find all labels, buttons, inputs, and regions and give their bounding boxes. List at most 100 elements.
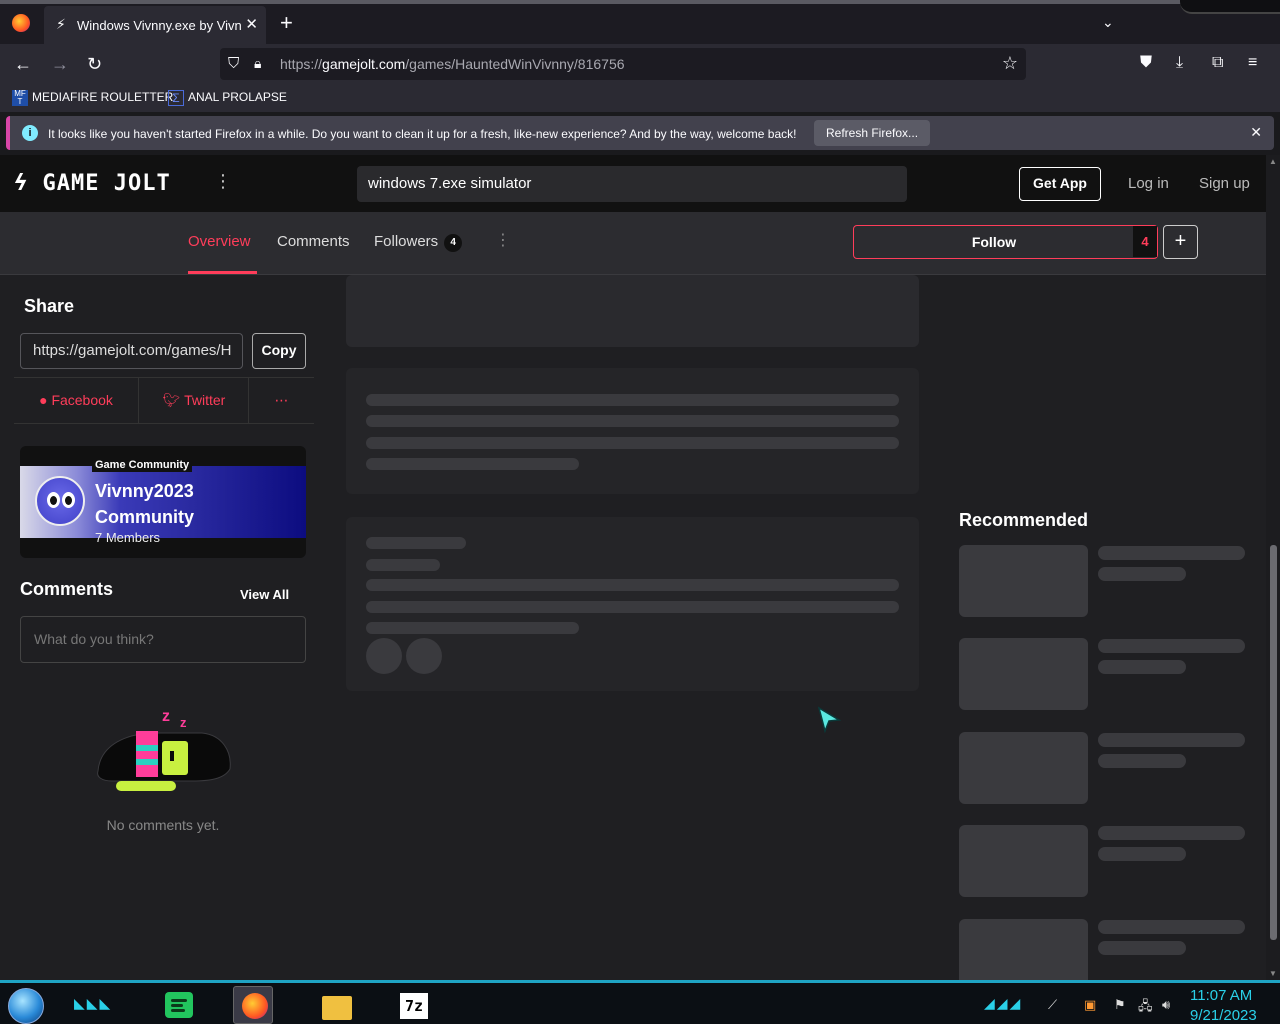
close-icon[interactable]: ✕: [1250, 124, 1262, 141]
skeleton-line: [1098, 941, 1186, 955]
search-input[interactable]: windows 7.exe simulator: [357, 166, 907, 202]
share-url-input[interactable]: https://gamejolt.com/games/H: [20, 333, 243, 369]
recommended-thumb-placeholder: [959, 919, 1088, 980]
get-app-button[interactable]: Get App: [1019, 167, 1101, 201]
community-avatar: [35, 476, 85, 526]
window-decoration: [1180, 0, 1280, 14]
close-tab-icon[interactable]: ✕: [245, 15, 258, 33]
hamburger-menu-icon[interactable]: ≡: [1248, 54, 1257, 72]
scroll-down-icon[interactable]: ▼: [1269, 969, 1277, 978]
skeleton-line: [366, 394, 899, 406]
bookmark-star-icon[interactable]: ☆: [1002, 53, 1018, 74]
view-all-link[interactable]: View All: [240, 587, 289, 602]
gamejolt-logo[interactable]: ϟ GAME JOLT: [14, 171, 171, 196]
download-icon[interactable]: ⤓: [1176, 54, 1183, 72]
bolt-icon: ϟ: [14, 171, 29, 196]
start-button[interactable]: [8, 988, 44, 1024]
scroll-up-icon[interactable]: ▲: [1269, 157, 1277, 166]
recommended-thumb-placeholder: [959, 545, 1088, 617]
lock-icon[interactable]: 🔒︎: [254, 55, 261, 72]
share-buttons-row: ● Facebook 🐦︎ Twitter ⋯: [14, 377, 314, 424]
skeleton-line: [366, 622, 579, 634]
skeleton-line: [1098, 567, 1186, 581]
skeleton-line: [1098, 546, 1245, 560]
skeleton-line: [1098, 754, 1186, 768]
facebook-share-button[interactable]: ● Facebook: [14, 378, 138, 423]
sleeping-mascot-illustration: z z: [97, 708, 231, 791]
media-placeholder: [346, 275, 919, 347]
shield-icon[interactable]: ⛉: [228, 55, 239, 72]
bookmark-item[interactable]: Σ ANAL PROLAPSE: [168, 90, 287, 106]
login-link[interactable]: Log in: [1128, 175, 1169, 192]
volume-icon[interactable]: 🔊︎: [1162, 997, 1170, 1013]
post-placeholder: [346, 517, 919, 691]
twitter-share-button[interactable]: 🐦︎ Twitter: [139, 378, 249, 423]
reload-icon[interactable]: ↻: [87, 54, 102, 74]
skeleton-avatar: [366, 638, 402, 674]
network-icon[interactable]: 🖧: [1138, 997, 1153, 1019]
os-taskbar: ◣◣◣ 7z ◢◢◢ ⟋ ▣ ⚑ 🖧 🔊︎ 11:07 AM 9/21/2023: [0, 980, 1280, 1024]
skeleton-line: [366, 458, 579, 470]
follow-button[interactable]: Follow 4: [853, 225, 1158, 259]
bookmark-item[interactable]: MF T MEDIAFIRE ROULETTER: [12, 90, 173, 106]
browser-nav-bar: ← → ↻ ⛉ 🔒︎ https://gamejolt.com/games/Ha…: [0, 44, 1280, 84]
scrollbar-thumb[interactable]: [1270, 545, 1277, 940]
skeleton-line: [1098, 847, 1186, 861]
skeleton-line: [1098, 920, 1245, 934]
firefox-taskbar-icon[interactable]: [233, 986, 273, 1024]
chevron-down-icon[interactable]: ⌄: [1102, 14, 1114, 31]
comments-heading: Comments: [20, 579, 114, 599]
taskbar-decoration: ◢◢◢: [984, 995, 1023, 1011]
address-bar[interactable]: ⛉ 🔒︎ https://gamejolt.com/games/HauntedW…: [220, 48, 1026, 80]
description-placeholder: [346, 368, 919, 494]
recommended-heading: Recommended: [959, 510, 1089, 530]
svg-text:z: z: [162, 708, 170, 725]
page-scrollbar[interactable]: ▲ ▼: [1266, 155, 1280, 980]
skeleton-line: [366, 537, 466, 549]
tab-title: Windows Vivnny.exe by Vivnny: [77, 18, 241, 33]
page-viewport: ϟ GAME JOLT ⋮ windows 7.exe simulator Ge…: [0, 155, 1266, 980]
forward-icon[interactable]: →: [51, 54, 69, 74]
file-explorer-icon[interactable]: [316, 986, 356, 1024]
add-to-playlist-button[interactable]: +: [1163, 225, 1198, 259]
bookmarks-bar: MF T MEDIAFIRE ROULETTER Σ ANAL PROLAPSE: [0, 84, 1280, 112]
game-subnav: Overview Comments Followers 4 ⋮ Follow 4 …: [0, 212, 1266, 275]
show-hidden-icons-icon[interactable]: ⟋: [1048, 997, 1057, 1013]
browser-tab[interactable]: ⚡ Windows Vivnny.exe by Vivnny ✕: [44, 6, 266, 44]
more-share-button[interactable]: ⋯: [249, 378, 314, 423]
clock-date[interactable]: 9/21/2023: [1190, 1007, 1257, 1024]
site-header: ϟ GAME JOLT ⋮ windows 7.exe simulator Ge…: [0, 155, 1266, 212]
comment-input[interactable]: What do you think?: [20, 616, 306, 663]
signup-link[interactable]: Sign up: [1199, 175, 1250, 192]
firefox-view-icon[interactable]: [12, 14, 30, 32]
skeleton-line: [1098, 660, 1186, 674]
skeleton-line: [366, 601, 899, 613]
info-icon: i: [22, 125, 38, 141]
tab-comments[interactable]: Comments: [277, 233, 350, 250]
notes-app-icon[interactable]: [165, 992, 193, 1018]
app-tray-icon[interactable]: ▣: [1084, 997, 1096, 1013]
gamejolt-favicon-icon: ⚡: [56, 16, 66, 32]
tab-overview[interactable]: Overview: [188, 233, 251, 250]
facebook-icon: ●: [39, 392, 48, 408]
refresh-firefox-button[interactable]: Refresh Firefox...: [814, 120, 931, 146]
skeleton-line: [366, 579, 899, 591]
tab-followers[interactable]: Followers 4: [374, 233, 463, 252]
mediafire-icon: MF T: [12, 90, 28, 106]
url-text[interactable]: https://gamejolt.com/games/HauntedWinViv…: [280, 56, 625, 72]
recommended-thumb-placeholder: [959, 825, 1088, 897]
clock-time[interactable]: 11:07 AM: [1190, 987, 1252, 1004]
extensions-icon[interactable]: ⧉: [1212, 54, 1223, 72]
7zip-icon[interactable]: 7z: [393, 986, 433, 1024]
more-vertical-icon[interactable]: ⋮: [495, 230, 511, 250]
more-vertical-icon[interactable]: ⋮: [214, 171, 232, 192]
copy-button[interactable]: Copy: [252, 333, 306, 369]
recommended-thumb-placeholder: [959, 732, 1088, 804]
skeleton-line: [366, 559, 440, 571]
new-tab-button[interactable]: +: [280, 12, 293, 34]
action-center-icon[interactable]: ⚑: [1114, 997, 1126, 1013]
community-card[interactable]: Game Community Vivnny2023 Community 7 Me…: [20, 446, 306, 558]
pocket-icon[interactable]: ⛊: [1140, 54, 1152, 72]
back-icon[interactable]: ←: [14, 54, 32, 74]
skeleton-line: [366, 415, 899, 427]
